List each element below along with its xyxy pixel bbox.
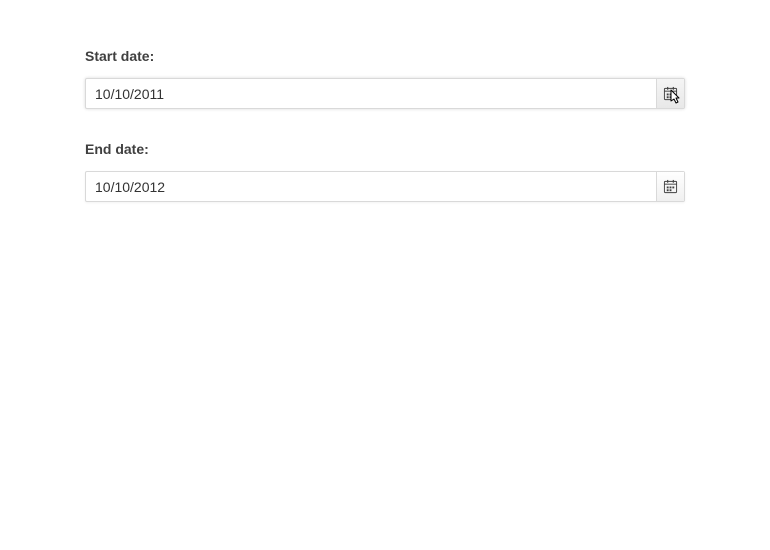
- calendar-icon: [663, 86, 678, 101]
- end-date-group: End date:: [85, 141, 685, 202]
- start-date-calendar-button[interactable]: [656, 79, 684, 108]
- start-date-group: Start date:: [85, 48, 685, 109]
- end-date-input[interactable]: [86, 172, 656, 201]
- end-date-label: End date:: [85, 141, 685, 157]
- end-date-calendar-button[interactable]: [656, 172, 684, 201]
- start-date-input[interactable]: [86, 79, 656, 108]
- start-date-field-wrapper: [85, 78, 685, 109]
- calendar-icon: [663, 179, 678, 194]
- start-date-label: Start date:: [85, 48, 685, 64]
- end-date-field-wrapper: [85, 171, 685, 202]
